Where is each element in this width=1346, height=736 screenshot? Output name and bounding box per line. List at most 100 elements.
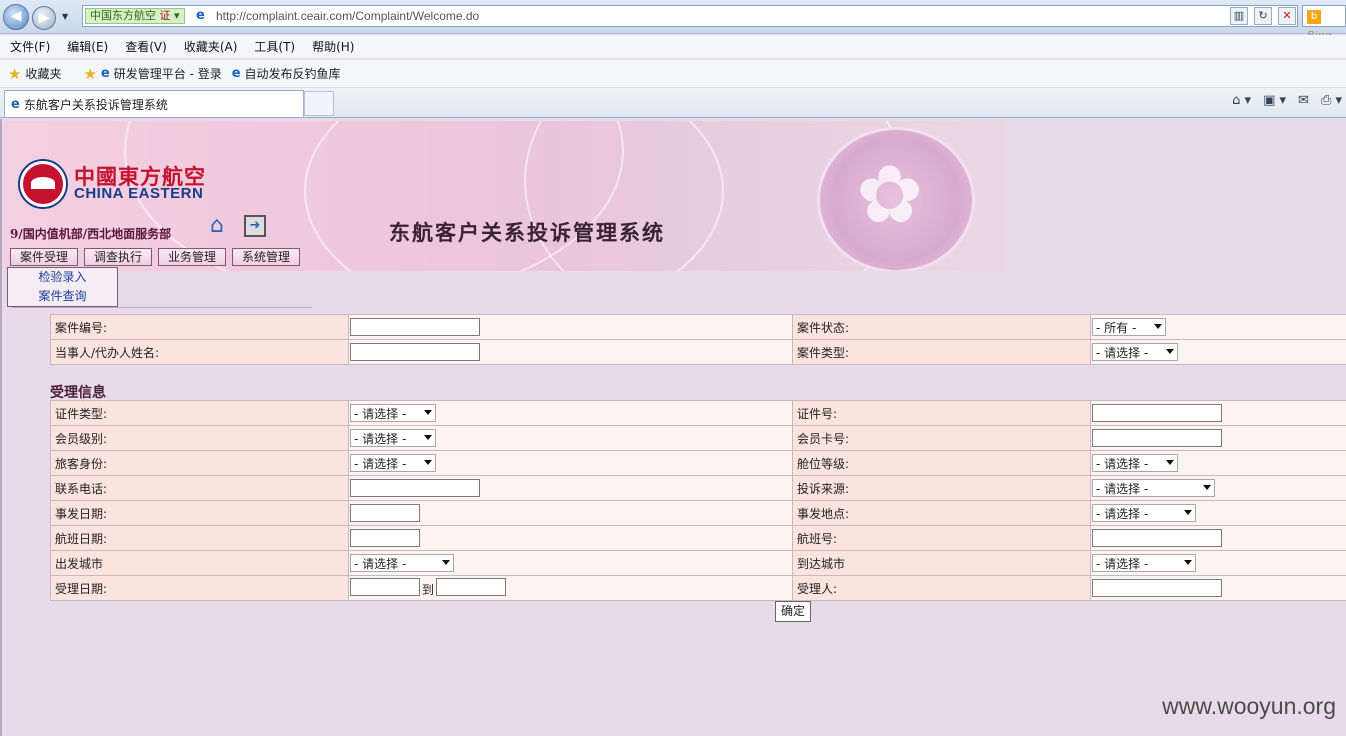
favorites-bar: ★ 收藏夹 ★ e 研发管理平台 - 登录 e 自动发布反钓鱼库 bbox=[0, 60, 1346, 88]
member-card-cell bbox=[1090, 425, 1346, 451]
chevron-down-icon bbox=[1184, 560, 1192, 565]
ie-page-icon: e bbox=[196, 8, 205, 23]
menu-file[interactable]: 文件(F) bbox=[10, 38, 50, 55]
submit-button[interactable]: 确定 bbox=[775, 601, 811, 622]
chevron-down-icon bbox=[1166, 349, 1174, 354]
flower-emblem-icon bbox=[817, 127, 975, 271]
history-dropdown-icon[interactable]: ▼ bbox=[62, 12, 68, 21]
menu-view[interactable]: 查看(V) bbox=[125, 38, 167, 55]
divider bbox=[12, 307, 312, 308]
fav-link-antiphishing[interactable]: e 自动发布反钓鱼库 bbox=[232, 65, 341, 82]
favorites-button[interactable]: ★ 收藏夹 bbox=[8, 65, 61, 83]
case-no-input[interactable] bbox=[350, 318, 480, 336]
incident-date-input[interactable] bbox=[350, 504, 420, 522]
ie-page-icon: e bbox=[11, 96, 20, 112]
date-range-to-label: 到 bbox=[422, 583, 435, 598]
department-label: 9/国内值机部/西北地面服务部 bbox=[10, 227, 172, 241]
nav-investigation[interactable]: 调查执行 bbox=[84, 248, 153, 266]
member-card-label: 会员卡号: bbox=[792, 425, 1091, 451]
table-row: 案件编号: 案件状态: - 所有 - bbox=[50, 314, 1346, 340]
incident-place-cell: - 请选择 - bbox=[1090, 500, 1346, 526]
incident-date-label: 事发日期: bbox=[50, 500, 349, 526]
stop-icon[interactable]: ✕ bbox=[1278, 7, 1296, 25]
case-type-select[interactable]: - 请选择 - bbox=[1092, 343, 1178, 361]
ie-page-icon: e bbox=[231, 66, 241, 81]
fav-link-rd-platform[interactable]: ★ e 研发管理平台 - 登录 bbox=[83, 65, 221, 83]
site-identity-badge[interactable]: 中国东方航空 证 ▾ bbox=[85, 8, 185, 24]
party-name-input[interactable] bbox=[350, 343, 480, 361]
menu-tools[interactable]: 工具(T) bbox=[254, 38, 295, 55]
back-button[interactable]: ◀ bbox=[3, 4, 29, 30]
member-card-input[interactable] bbox=[1092, 429, 1222, 447]
case-type-cell: - 请选择 - bbox=[1090, 339, 1346, 365]
forward-button[interactable]: ▶ bbox=[32, 6, 56, 30]
accept-date-cell: 到 bbox=[348, 575, 793, 601]
bing-icon: b bbox=[1307, 10, 1321, 24]
accept-date-from-input[interactable] bbox=[350, 577, 420, 596]
party-name-label: 当事人/代办人姓名: bbox=[50, 339, 349, 365]
flight-date-input[interactable] bbox=[350, 529, 420, 547]
compat-view-icon[interactable]: ▥ bbox=[1230, 7, 1248, 25]
id-type-select[interactable]: - 请选择 - bbox=[350, 404, 436, 422]
mail-icon[interactable]: ✉ bbox=[1298, 93, 1309, 108]
cabin-class-label: 舱位等级: bbox=[792, 450, 1091, 476]
home-icon[interactable]: ⌂ bbox=[210, 214, 234, 238]
case-status-label: 案件状态: bbox=[792, 314, 1091, 340]
logout-icon[interactable]: ➜ bbox=[244, 215, 266, 237]
dep-city-select[interactable]: - 请选择 - bbox=[350, 554, 454, 572]
nav-case-accept[interactable]: 案件受理 bbox=[10, 248, 79, 266]
passenger-type-select[interactable]: - 请选择 - bbox=[350, 454, 436, 472]
submenu-case-query[interactable]: 案件查询 bbox=[8, 287, 117, 306]
flight-no-input[interactable] bbox=[1092, 529, 1222, 547]
table-row: 证件类型: - 请选择 - 证件号: bbox=[50, 400, 1346, 426]
accept-info-table: 证件类型: - 请选择 - 证件号: 会员级别: - 请选择 - 会员卡号: 旅… bbox=[50, 400, 1346, 601]
add-favorite-icon: ★ bbox=[83, 64, 97, 83]
member-level-cell: - 请选择 - bbox=[348, 425, 793, 451]
id-no-input[interactable] bbox=[1092, 404, 1222, 422]
url-text[interactable]: http://complaint.ceair.com/Complaint/Wel… bbox=[216, 9, 479, 23]
chevron-down-icon bbox=[424, 460, 432, 465]
new-tab-button[interactable] bbox=[304, 91, 334, 116]
watermark: www.wooyun.org bbox=[1162, 693, 1336, 719]
menu-edit[interactable]: 编辑(E) bbox=[67, 38, 108, 55]
dep-city-label: 出发城市 bbox=[50, 550, 349, 576]
browser-tab-active[interactable]: e 东航客户关系投诉管理系统 bbox=[4, 90, 304, 117]
search-box[interactable]: bBing bbox=[1302, 5, 1346, 42]
arr-city-cell: - 请选择 - bbox=[1090, 550, 1346, 576]
case-no-label: 案件编号: bbox=[50, 314, 349, 340]
flight-date-label: 航班日期: bbox=[50, 525, 349, 551]
menu-favorites[interactable]: 收藏夹(A) bbox=[184, 38, 238, 55]
accept-date-to-input[interactable] bbox=[436, 577, 507, 596]
table-row: 受理日期: 到 受理人: bbox=[50, 575, 1346, 601]
main-nav: 案件受理 调查执行 业务管理 系统管理 bbox=[10, 248, 301, 266]
incident-place-select[interactable]: - 请选择 - bbox=[1092, 504, 1196, 522]
accepter-cell bbox=[1090, 575, 1346, 601]
party-name-cell bbox=[348, 339, 793, 365]
accepter-label: 受理人: bbox=[792, 575, 1091, 601]
nav-business[interactable]: 业务管理 bbox=[158, 248, 227, 266]
phone-input[interactable] bbox=[350, 479, 480, 497]
arr-city-select[interactable]: - 请选择 - bbox=[1092, 554, 1196, 572]
menu-help[interactable]: 帮助(H) bbox=[312, 38, 354, 55]
case-status-select[interactable]: - 所有 - bbox=[1092, 318, 1166, 336]
ie-page-icon: e bbox=[100, 66, 110, 81]
nav-system[interactable]: 系统管理 bbox=[232, 248, 301, 266]
refresh-icon[interactable]: ↻ bbox=[1254, 7, 1272, 25]
complaint-source-select[interactable]: - 请选择 - bbox=[1092, 479, 1215, 497]
cabin-class-select[interactable]: - 请选择 - bbox=[1092, 454, 1178, 472]
table-row: 当事人/代办人姓名: 案件类型: - 请选择 - bbox=[50, 339, 1346, 365]
dep-city-cell: - 请选择 - bbox=[348, 550, 793, 576]
url-box[interactable]: 中国东方航空 证 ▾ e http://complaint.ceair.com/… bbox=[82, 5, 1298, 27]
print-icon[interactable]: ⎙ ▾ bbox=[1321, 93, 1342, 108]
menu-bar: 文件(F) 编辑(E) 查看(V) 收藏夹(A) 工具(T) 帮助(H) bbox=[0, 35, 1346, 59]
phone-cell bbox=[348, 475, 793, 501]
member-level-select[interactable]: - 请选择 - bbox=[350, 429, 436, 447]
submenu-check-entry[interactable]: 检验录入 bbox=[8, 268, 117, 287]
feeds-icon[interactable]: ▣ ▾ bbox=[1263, 93, 1286, 108]
accepter-input[interactable] bbox=[1092, 579, 1222, 597]
home-icon[interactable]: ⌂ ▾ bbox=[1232, 93, 1251, 108]
chevron-down-icon bbox=[1203, 485, 1211, 490]
table-row: 旅客身份: - 请选择 - 舱位等级: - 请选择 - bbox=[50, 450, 1346, 476]
table-row: 出发城市 - 请选择 - 到达城市 - 请选择 - bbox=[50, 550, 1346, 576]
address-toolbar: ▥ ↻ ✕ bbox=[1230, 7, 1296, 25]
